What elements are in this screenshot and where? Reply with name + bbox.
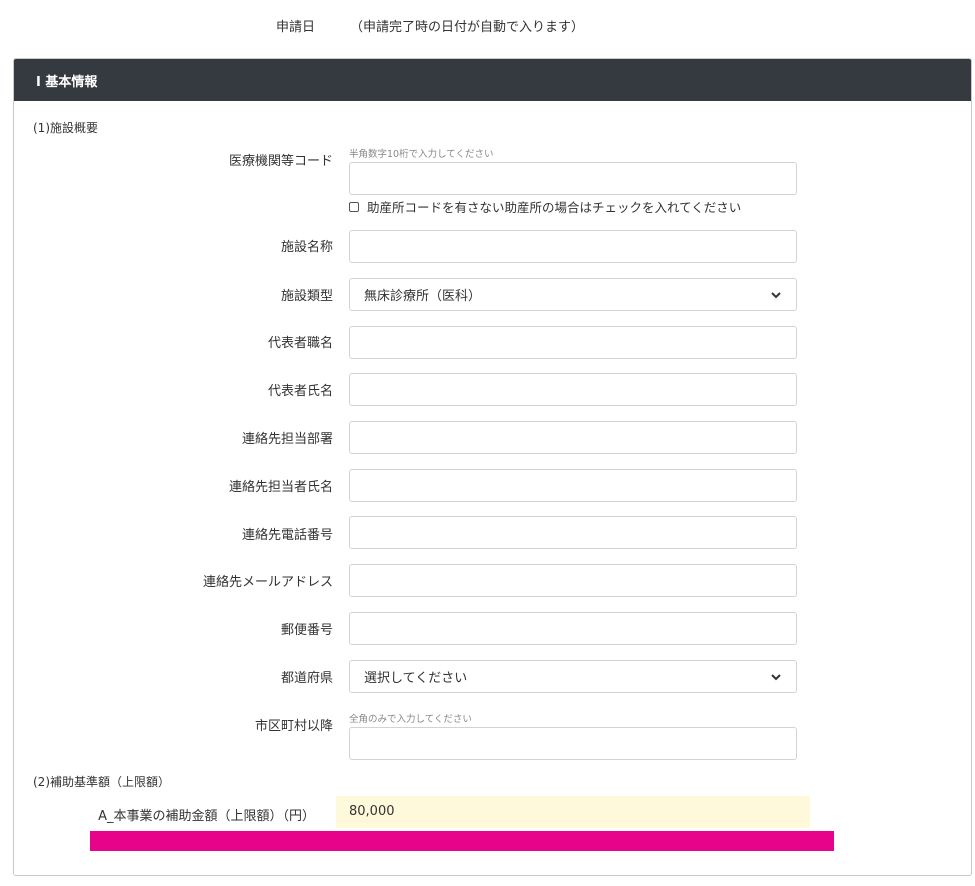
contact-email-label: 連絡先メールアドレス bbox=[202, 575, 333, 590]
section-subsidy-base: (2)補助基準額（上限額） bbox=[33, 775, 170, 789]
facility-name-input[interactable] bbox=[349, 230, 797, 263]
no-code-checkbox-row[interactable]: 助産所コードを有さない助産所の場合はチェックを入れてください bbox=[349, 197, 741, 216]
basic-info-panel: Ⅰ 基本情報 (1)施設概要 医療機関等コード 半角数字10桁で入力してください… bbox=[13, 58, 972, 876]
subsidy-amount-label: A_本事業の補助金額（上限額）（円） bbox=[98, 809, 315, 824]
rep-title-label: 代表者職名 bbox=[267, 336, 333, 351]
prefecture-selected: 選択してください bbox=[364, 671, 468, 686]
chevron-down-icon bbox=[771, 291, 781, 298]
facility-name-label: 施設名称 bbox=[280, 240, 333, 255]
medical-code-input[interactable] bbox=[349, 162, 797, 195]
section-facility-overview: (1)施設概要 bbox=[33, 121, 98, 135]
no-code-checkbox-label: 助産所コードを有さない助産所の場合はチェックを入れてください bbox=[367, 200, 742, 215]
contact-dept-input[interactable] bbox=[349, 421, 797, 454]
medical-code-hint: 半角数字10桁で入力してください bbox=[349, 149, 494, 160]
chevron-down-icon bbox=[771, 673, 781, 680]
no-code-checkbox[interactable] bbox=[349, 201, 359, 212]
city-address-input[interactable] bbox=[349, 727, 797, 760]
contact-dept-label: 連絡先担当部署 bbox=[241, 432, 333, 447]
facility-type-label: 施設類型 bbox=[280, 289, 333, 304]
city-address-hint: 全角のみで入力してください bbox=[349, 714, 472, 725]
subsidy-amount-value: 80,000 bbox=[336, 796, 810, 828]
contact-person-input[interactable] bbox=[349, 469, 797, 502]
contact-person-label: 連絡先担当者氏名 bbox=[228, 480, 333, 495]
contact-phone-input[interactable] bbox=[349, 516, 797, 549]
prefecture-label: 都道府県 bbox=[280, 671, 333, 686]
accent-bar bbox=[90, 831, 834, 851]
application-date-value: （申請完了時の日付が自動で入ります） bbox=[350, 20, 585, 35]
rep-title-input[interactable] bbox=[349, 326, 797, 359]
postal-code-label: 郵便番号 bbox=[280, 623, 333, 638]
panel-header: Ⅰ 基本情報 bbox=[14, 59, 971, 101]
rep-name-input[interactable] bbox=[349, 373, 797, 406]
medical-code-label: 医療機関等コード bbox=[228, 154, 333, 169]
contact-email-input[interactable] bbox=[349, 564, 797, 597]
rep-name-label: 代表者氏名 bbox=[267, 384, 333, 399]
postal-code-input[interactable] bbox=[349, 612, 797, 645]
prefecture-select[interactable]: 選択してください bbox=[349, 660, 797, 693]
application-date-label: 申請日 bbox=[275, 20, 315, 35]
application-date-row: 申請日 （申請完了時の日付が自動で入ります） bbox=[0, 16, 975, 36]
facility-type-select[interactable]: 無床診療所（医科） bbox=[349, 278, 797, 311]
city-address-label: 市区町村以降 bbox=[254, 719, 333, 734]
contact-phone-label: 連絡先電話番号 bbox=[241, 528, 333, 543]
facility-type-selected: 無床診療所（医科） bbox=[364, 289, 482, 304]
